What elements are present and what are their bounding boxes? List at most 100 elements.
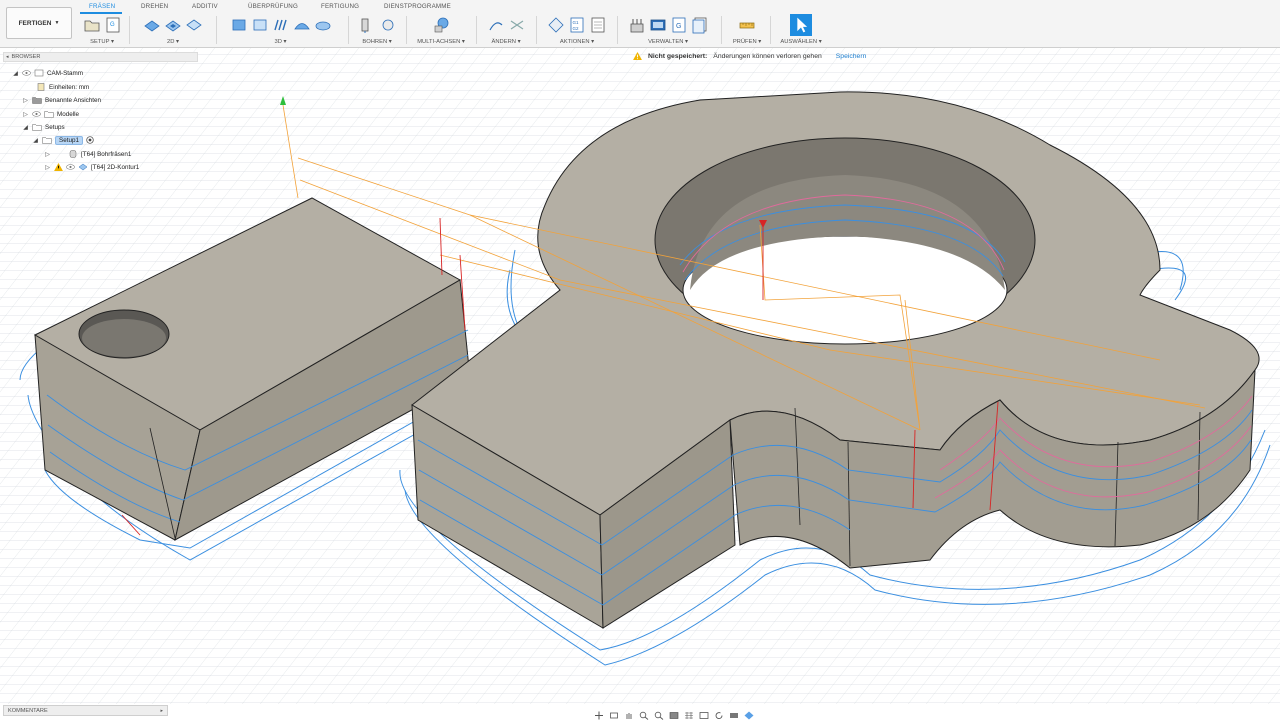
post-process-icon[interactable]: G1G2 (568, 16, 586, 34)
eye-icon[interactable] (22, 70, 31, 76)
expand-icon[interactable]: ▷ (44, 164, 51, 171)
tree-item-units[interactable]: Einheiten: mm (36, 81, 89, 93)
environment-icon[interactable] (729, 707, 739, 718)
nc-program-icon[interactable]: G (104, 16, 122, 34)
unsaved-notification: Nicht gespeichert: Änderungen können ver… (633, 52, 866, 60)
tab-additiv[interactable]: ADDITIV (192, 3, 218, 10)
browser-panel: ◂ BROWSER ◢ CAM-Stamm Einheiten: mm ▷ Be… (0, 50, 240, 180)
3d-pocket-icon[interactable] (251, 16, 269, 34)
display-settings-icon[interactable] (669, 707, 679, 719)
tab-ueberpruefung[interactable]: ÜBERPRÜFUNG (248, 3, 298, 10)
tree-label: [T64] 2D-Kontur1 (91, 163, 140, 171)
multi-axis-icon[interactable] (432, 16, 450, 34)
visual-style-icon[interactable] (744, 707, 754, 719)
expand-icon[interactable]: ▸ (160, 708, 163, 714)
tab-drehen[interactable]: DREHEN (141, 3, 168, 10)
expand-icon[interactable]: ▷ (22, 97, 29, 104)
grid-settings-icon[interactable] (684, 707, 694, 719)
active-setup-icon[interactable] (86, 136, 94, 144)
zoom-icon[interactable] (639, 707, 649, 720)
drill-icon[interactable] (358, 16, 376, 34)
trim-toolpath-icon[interactable] (508, 16, 526, 34)
panel-bohren[interactable]: BOHREN ▾ (352, 15, 402, 46)
panel-bohren-label: BOHREN (362, 39, 388, 45)
expand-icon[interactable]: ▷ (44, 151, 51, 158)
expand-icon[interactable]: ◢ (12, 70, 19, 77)
panel-aktionen[interactable]: G1 G2 AKTIONEN ▾ (540, 15, 614, 46)
refresh-icon[interactable] (714, 707, 724, 719)
orbit-icon[interactable] (594, 707, 604, 719)
navigation-bar (574, 704, 774, 720)
workspace-label: FERTIGEN (18, 19, 52, 27)
tree-item-cam-root[interactable]: ◢ CAM-Stamm (12, 67, 83, 79)
expand-icon[interactable]: ◢ (22, 124, 29, 131)
svg-text:G: G (676, 23, 681, 30)
tree-item-models[interactable]: ▷ Modelle (22, 108, 79, 120)
select-cursor-icon[interactable] (790, 14, 812, 36)
hole-recognition-icon[interactable] (379, 16, 397, 34)
3d-scallop-icon[interactable] (314, 16, 332, 34)
cam-root-icon (34, 69, 44, 77)
collapse-icon[interactable]: ◂ (6, 54, 9, 60)
browser-title: BROWSER (11, 54, 41, 60)
panel-verwalten[interactable]: G VERWALTEN ▾ (620, 15, 716, 46)
tree-label: CAM-Stamm (47, 69, 84, 77)
chevron-down-icon: ▼ (54, 20, 60, 26)
measure-icon[interactable] (738, 16, 756, 34)
zoom-window-icon[interactable] (654, 707, 664, 720)
panel-auswaehlen[interactable]: AUSWÄHLEN ▾ (774, 14, 828, 46)
panel-verwalten-label: VERWALTEN (648, 39, 684, 45)
tree-item-2d-kontur1[interactable]: ▷ [T64] 2D-Kontur1 (44, 161, 139, 173)
panel-setup[interactable]: G SETUP ▾ (78, 15, 126, 46)
tree-item-setup1[interactable]: ◢ Setup1 (32, 134, 94, 146)
3d-adaptive-icon[interactable] (230, 16, 248, 34)
tree-item-setups[interactable]: ◢ Setups (22, 121, 65, 133)
tree-item-bohrfraesen1[interactable]: ▷ [T64] Bohrfräsen1 (44, 148, 131, 160)
post-library-icon[interactable]: G (670, 16, 688, 34)
templates-icon[interactable] (691, 16, 709, 34)
fusion-cam-window: FERTIGEN ▼ FRÄSEN DREHEN ADDITIV ÜBERPRÜ… (0, 0, 1280, 720)
browser-header[interactable]: ◂ BROWSER (3, 52, 198, 62)
tab-fraesen[interactable]: FRÄSEN (89, 3, 115, 10)
panel-3d[interactable]: 3D ▾ (218, 15, 343, 46)
open-folder-icon[interactable] (83, 16, 101, 34)
active-tab-indicator (80, 12, 122, 14)
look-at-icon[interactable] (609, 707, 619, 718)
tree-label: Modelle (57, 110, 80, 118)
setup-sheet-icon[interactable] (589, 16, 607, 34)
panel-aendern[interactable]: ÄNDERN ▾ (480, 15, 532, 46)
tree-label: Setups (45, 123, 65, 131)
panel-aktionen-label: AKTIONEN (559, 39, 590, 45)
tree-label: Benannte Ansichten (45, 96, 102, 104)
tree-item-named-views[interactable]: ▷ Benannte Ansichten (22, 94, 101, 106)
eye-icon[interactable] (32, 111, 41, 117)
expand-icon[interactable]: ◢ (32, 137, 39, 144)
comments-panel[interactable]: KOMMENTARE ▸ (3, 705, 168, 716)
3d-contour-icon[interactable] (293, 16, 311, 34)
panel-multiachsen[interactable]: MULTI-ACHSEN ▾ (410, 15, 472, 46)
panel-aendern-label: ÄNDERN (491, 39, 516, 45)
panel-2d[interactable]: 2D ▾ (133, 15, 213, 46)
tab-dienstprogramme[interactable]: DIENSTPROGRAMME (384, 3, 451, 10)
expand-icon[interactable]: ▷ (22, 111, 29, 118)
svg-text:G: G (110, 22, 115, 28)
3d-parallel-icon[interactable] (272, 16, 290, 34)
pan-hand-icon[interactable] (624, 707, 634, 719)
tool-library-icon[interactable] (628, 16, 646, 34)
panel-pruefen-label: PRÜFEN (732, 39, 757, 45)
tree-label: [T64] Bohrfräsen1 (81, 150, 132, 158)
machine-library-icon[interactable] (649, 16, 667, 34)
simulate-icon[interactable] (547, 16, 565, 34)
eye-icon[interactable] (66, 164, 75, 170)
2d-adaptive-icon[interactable] (143, 16, 161, 34)
2d-pocket-icon[interactable] (164, 16, 182, 34)
tree-label: Einheiten: mm (49, 83, 90, 91)
face-icon[interactable] (185, 16, 203, 34)
workspace-switcher[interactable]: FERTIGEN ▼ (6, 7, 72, 39)
edit-toolpath-icon[interactable] (487, 16, 505, 34)
panel-pruefen[interactable]: PRÜFEN ▾ (726, 15, 768, 46)
save-link[interactable]: Speichern (836, 53, 867, 60)
viewports-icon[interactable] (699, 707, 709, 719)
bore-operation-icon (69, 150, 77, 158)
tab-fertigung[interactable]: FERTIGUNG (321, 3, 359, 10)
